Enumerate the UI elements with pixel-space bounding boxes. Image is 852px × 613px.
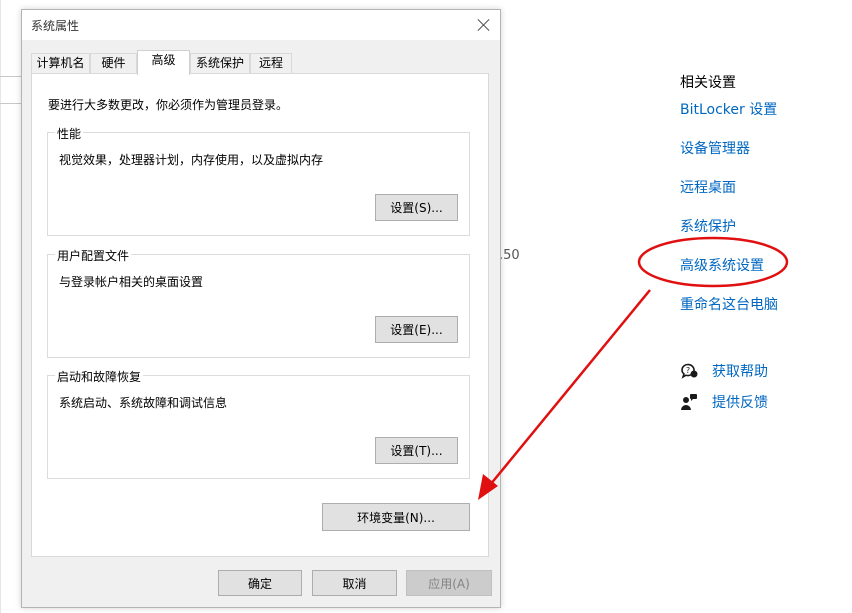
feedback-person-icon: [681, 394, 697, 410]
link-remote-desktop[interactable]: 远程桌面: [680, 177, 736, 197]
group-title: 性能: [55, 125, 84, 142]
chat-help-icon: ?: [681, 363, 698, 379]
admin-notice: 要进行大多数更改，你必须作为管理员登录。: [48, 98, 289, 112]
background-partial-value: .50: [499, 248, 520, 263]
dialog-titlebar[interactable]: 系统属性: [22, 10, 500, 40]
annotation-arrow-line: [489, 289, 651, 486]
group-description: 与登录帐户相关的桌面设置: [59, 275, 204, 289]
user-profiles-group: 用户配置文件 与登录帐户相关的桌面设置 设置(E)...: [47, 247, 470, 358]
startup-recovery-settings-button[interactable]: 设置(T)...: [375, 437, 458, 464]
tab-system-protection[interactable]: 系统保护: [190, 53, 250, 73]
performance-group: 性能 视觉效果，处理器计划，内存使用，以及虚拟内存 设置(S)...: [47, 125, 470, 236]
cancel-button[interactable]: 取消: [312, 570, 397, 596]
apply-button[interactable]: 应用(A): [406, 570, 492, 596]
link-device-manager[interactable]: 设备管理器: [680, 138, 750, 158]
advanced-tab-panel: 要进行大多数更改，你必须作为管理员登录。 性能 视觉效果，处理器计划，内存使用，…: [31, 73, 489, 557]
group-title: 用户配置文件: [55, 247, 132, 264]
link-rename-this-pc[interactable]: 重命名这台电脑: [680, 294, 778, 314]
ok-button[interactable]: 确定: [218, 570, 302, 596]
environment-variables-button[interactable]: 环境变量(N)...: [322, 503, 470, 531]
dialog-title: 系统属性: [31, 19, 80, 33]
background-field-stub: [0, 76, 22, 104]
user-profiles-settings-button[interactable]: 设置(E)...: [375, 316, 458, 343]
performance-settings-button[interactable]: 设置(S)...: [375, 194, 458, 221]
tab-advanced[interactable]: 高级: [137, 50, 190, 75]
link-bitlocker-settings[interactable]: BitLocker 设置: [680, 99, 777, 119]
tab-remote[interactable]: 远程: [250, 53, 292, 73]
startup-recovery-group: 启动和故障恢复 系统启动、系统故障和调试信息 设置(T)...: [47, 368, 470, 479]
system-properties-dialog: 系统属性 计算机名 硬件 高级 系统保护 远程 要进行大多数更改，你必须作为管理…: [21, 9, 501, 608]
group-description: 视觉效果，处理器计划，内存使用，以及虚拟内存: [59, 153, 324, 167]
svg-text:?: ?: [686, 366, 690, 375]
get-help-label: 获取帮助: [712, 364, 768, 380]
close-icon[interactable]: [474, 15, 494, 35]
related-settings-heading: 相关设置: [680, 75, 736, 91]
group-title: 启动和故障恢复: [55, 368, 144, 385]
link-advanced-system-settings[interactable]: 高级系统设置: [680, 255, 764, 275]
tab-computer-name[interactable]: 计算机名: [31, 53, 90, 73]
tab-hardware[interactable]: 硬件: [90, 53, 137, 73]
group-description: 系统启动、系统故障和调试信息: [59, 396, 228, 410]
feedback-label: 提供反馈: [712, 395, 768, 411]
link-system-protection[interactable]: 系统保护: [680, 216, 736, 236]
